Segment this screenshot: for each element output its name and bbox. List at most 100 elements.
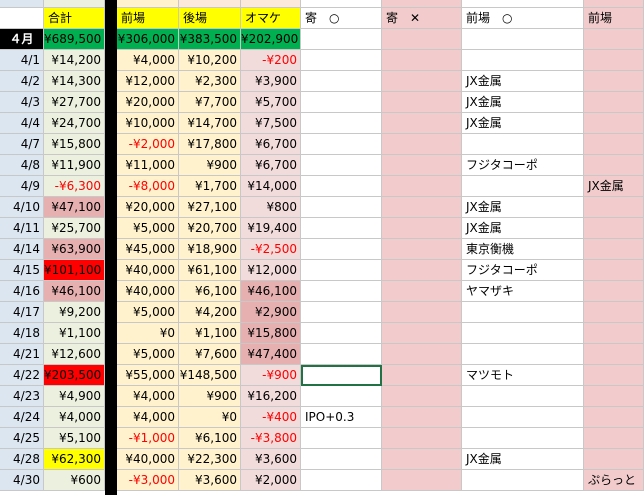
- month-label[interactable]: ４月: [0, 29, 44, 50]
- mae-last-cell[interactable]: [584, 29, 644, 50]
- row-yori-ng[interactable]: [382, 218, 462, 239]
- row-go[interactable]: ¥22,300: [179, 449, 241, 470]
- row-yori-ng[interactable]: [382, 407, 462, 428]
- header-omake[interactable]: オマケ: [241, 8, 301, 29]
- row-mae-last[interactable]: ぷらっと: [584, 470, 644, 491]
- row-mae-ok[interactable]: JX金属: [462, 92, 584, 113]
- header-mae[interactable]: 前場: [117, 8, 179, 29]
- row-date[interactable]: 4/8: [0, 155, 44, 176]
- row-mae[interactable]: ¥12,000: [117, 71, 179, 92]
- row-omake[interactable]: ¥14,000: [241, 176, 301, 197]
- yori-ng-cell[interactable]: [382, 29, 462, 50]
- header-go[interactable]: 後場: [179, 8, 241, 29]
- row-go[interactable]: ¥20,700: [179, 218, 241, 239]
- row-yori-ng[interactable]: [382, 197, 462, 218]
- row-total[interactable]: ¥63,900: [44, 239, 105, 260]
- row-mae-ok[interactable]: JX金属: [462, 218, 584, 239]
- row-mae-last[interactable]: [584, 302, 644, 323]
- row-omake[interactable]: -¥2,500: [241, 239, 301, 260]
- row-omake[interactable]: ¥47,400: [241, 344, 301, 365]
- row-yori-ng[interactable]: [382, 239, 462, 260]
- row-memo[interactable]: [301, 92, 382, 113]
- row-go[interactable]: ¥2,300: [179, 71, 241, 92]
- row-memo[interactable]: [301, 386, 382, 407]
- row-go[interactable]: ¥900: [179, 155, 241, 176]
- row-mae-ok[interactable]: JX金属: [462, 71, 584, 92]
- corner-cell[interactable]: [0, 8, 44, 29]
- row-memo[interactable]: [301, 113, 382, 134]
- row-total[interactable]: ¥9,200: [44, 302, 105, 323]
- row-omake[interactable]: ¥12,000: [241, 260, 301, 281]
- row-yori-ng[interactable]: [382, 71, 462, 92]
- row-go[interactable]: ¥14,700: [179, 113, 241, 134]
- cell-partial-row[interactable]: [382, 0, 462, 8]
- cell-partial-row[interactable]: [179, 0, 241, 8]
- row-go[interactable]: ¥17,800: [179, 134, 241, 155]
- row-memo[interactable]: [301, 239, 382, 260]
- row-total[interactable]: ¥11,900: [44, 155, 105, 176]
- row-yori-ng[interactable]: [382, 470, 462, 491]
- row-mae-ok[interactable]: [462, 428, 584, 449]
- row-mae[interactable]: -¥1,000: [117, 428, 179, 449]
- row-mae[interactable]: ¥11,000: [117, 155, 179, 176]
- row-go[interactable]: ¥4,200: [179, 302, 241, 323]
- row-mae[interactable]: -¥2,000: [117, 134, 179, 155]
- row-mae-last[interactable]: [584, 134, 644, 155]
- row-mae-last[interactable]: JX金属: [584, 176, 644, 197]
- row-yori-ng[interactable]: [382, 113, 462, 134]
- row-go[interactable]: ¥0: [179, 407, 241, 428]
- row-mae-last[interactable]: [584, 428, 644, 449]
- row-memo[interactable]: [301, 50, 382, 71]
- row-mae-last[interactable]: [584, 92, 644, 113]
- cell-partial-row[interactable]: [117, 0, 179, 8]
- row-total[interactable]: ¥600: [44, 470, 105, 491]
- row-omake[interactable]: ¥15,800: [241, 323, 301, 344]
- row-mae[interactable]: ¥5,000: [117, 218, 179, 239]
- cell-partial-row[interactable]: [301, 0, 382, 8]
- row-date[interactable]: 4/14: [0, 239, 44, 260]
- row-mae-ok[interactable]: [462, 470, 584, 491]
- row-date[interactable]: 4/3: [0, 92, 44, 113]
- row-yori-ng[interactable]: [382, 302, 462, 323]
- row-total[interactable]: ¥1,100: [44, 323, 105, 344]
- row-mae-ok[interactable]: [462, 386, 584, 407]
- row-total[interactable]: ¥203,500: [44, 365, 105, 386]
- row-mae[interactable]: ¥20,000: [117, 92, 179, 113]
- row-memo[interactable]: [301, 260, 382, 281]
- header-yori-ng[interactable]: 寄 ✕: [382, 8, 462, 29]
- row-yori-ng[interactable]: [382, 134, 462, 155]
- row-omake[interactable]: ¥46,100: [241, 281, 301, 302]
- row-date[interactable]: 4/16: [0, 281, 44, 302]
- row-go[interactable]: ¥6,100: [179, 428, 241, 449]
- row-mae-last[interactable]: [584, 449, 644, 470]
- row-mae[interactable]: ¥4,000: [117, 386, 179, 407]
- row-total[interactable]: ¥5,100: [44, 428, 105, 449]
- row-memo[interactable]: [301, 71, 382, 92]
- row-yori-ng[interactable]: [382, 176, 462, 197]
- row-go[interactable]: ¥7,600: [179, 344, 241, 365]
- row-yori-ng[interactable]: [382, 344, 462, 365]
- row-date[interactable]: 4/30: [0, 470, 44, 491]
- row-total[interactable]: ¥12,600: [44, 344, 105, 365]
- row-date[interactable]: 4/10: [0, 197, 44, 218]
- row-yori-ng[interactable]: [382, 449, 462, 470]
- row-mae-last[interactable]: [584, 155, 644, 176]
- row-memo[interactable]: [301, 176, 382, 197]
- row-go[interactable]: ¥61,100: [179, 260, 241, 281]
- row-yori-ng[interactable]: [382, 428, 462, 449]
- row-date[interactable]: 4/4: [0, 113, 44, 134]
- row-total[interactable]: ¥47,100: [44, 197, 105, 218]
- row-mae-ok[interactable]: マツモト: [462, 365, 584, 386]
- row-date[interactable]: 4/24: [0, 407, 44, 428]
- row-date[interactable]: 4/25: [0, 428, 44, 449]
- row-mae-last[interactable]: [584, 323, 644, 344]
- row-total[interactable]: ¥24,700: [44, 113, 105, 134]
- row-mae-ok[interactable]: JX金属: [462, 197, 584, 218]
- row-mae-ok[interactable]: 東京衡機: [462, 239, 584, 260]
- row-mae[interactable]: ¥0: [117, 323, 179, 344]
- row-go[interactable]: ¥6,100: [179, 281, 241, 302]
- row-omake[interactable]: ¥6,700: [241, 134, 301, 155]
- row-date[interactable]: 4/28: [0, 449, 44, 470]
- row-go[interactable]: ¥10,200: [179, 50, 241, 71]
- row-mae-ok[interactable]: フジタコーポ: [462, 260, 584, 281]
